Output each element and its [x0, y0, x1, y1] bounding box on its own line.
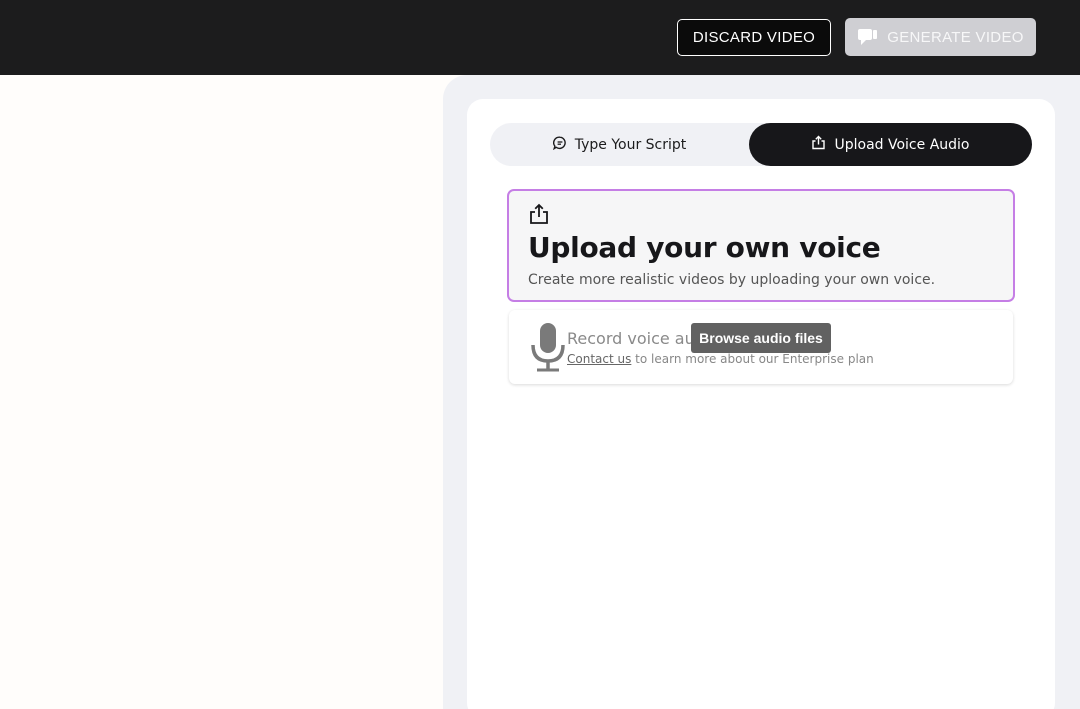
tab-type-your-script-label: Type Your Script	[574, 136, 687, 153]
discard-video-button[interactable]: DISCARD VIDEO	[677, 19, 831, 56]
video-preview-area	[0, 75, 443, 709]
discard-video-label: DISCARD VIDEO	[692, 29, 816, 46]
record-card-subtitle-rest: to learn more about our Enterprise plan	[631, 352, 874, 366]
top-bar: DISCARD VIDEO GENERATE VIDEO	[0, 0, 1080, 75]
upload-card-title: Upload your own voice	[528, 231, 881, 264]
tooltip-text: Browse audio files	[699, 330, 823, 346]
browse-audio-tooltip: Browse audio files	[691, 323, 831, 353]
upload-card-description: Create more realistic videos by uploadin…	[528, 272, 936, 288]
tab-type-your-script[interactable]: Type Your Script	[490, 123, 749, 166]
chat-bubble-icon	[552, 135, 567, 154]
generate-video-button[interactable]: GENERATE VIDEO	[845, 18, 1036, 56]
tab-upload-voice-audio[interactable]: Upload Voice Audio	[749, 123, 1032, 166]
record-card-title: Record voice aud	[567, 329, 705, 348]
upload-icon	[811, 135, 826, 154]
audio-source-tabs: Type Your Script Upload Voice Audio	[490, 123, 1032, 166]
tab-upload-voice-audio-label: Upload Voice Audio	[834, 136, 970, 153]
microphone-icon	[531, 323, 565, 377]
generate-video-label: GENERATE VIDEO	[887, 28, 1024, 46]
contact-us-link[interactable]: Contact us	[567, 352, 631, 366]
upload-icon	[528, 203, 550, 229]
video-camera-icon	[857, 28, 879, 46]
upload-voice-card[interactable]: Upload your own voice Create more realis…	[507, 189, 1015, 302]
record-card-subtitle: Contact us to learn more about our Enter…	[567, 352, 874, 366]
